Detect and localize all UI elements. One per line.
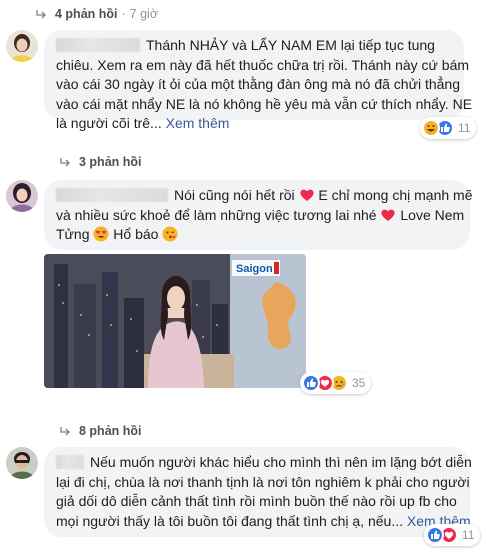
replies-link-2[interactable]: 3 phản hồi bbox=[60, 155, 142, 169]
reply-arrow-icon bbox=[60, 426, 71, 437]
comment-text-line: mọi người thấy là tôi buồn tôi đang thất… bbox=[56, 512, 403, 529]
comment-text-line: Hổ báo bbox=[113, 226, 159, 242]
reaction-count: 11 bbox=[462, 528, 475, 542]
see-more-link[interactable]: Xem thêm bbox=[166, 115, 230, 131]
comment-text-line: lại đi chị, chùa là nơi thanh tịnh là nơ… bbox=[56, 473, 470, 490]
reactions-summary-2[interactable]: 35 bbox=[300, 372, 372, 394]
replies-count: 8 phản hồi bbox=[79, 424, 142, 438]
separator-dot: · bbox=[121, 7, 126, 21]
heart-emoji-icon bbox=[380, 207, 396, 223]
attached-photo[interactable]: Saigon bbox=[44, 254, 306, 388]
comment-bubble-3: Nếu muốn người khác hiểu cho mình thì nê… bbox=[44, 447, 472, 537]
replies-count: 3 phản hồi bbox=[79, 155, 142, 169]
redacted-username[interactable] bbox=[56, 188, 168, 202]
comment-text-line: E chỉ mong chị mạnh mẽ bbox=[318, 187, 473, 203]
replies-link-1[interactable]: 4 phản hồi · 7 giờ bbox=[36, 7, 158, 21]
redacted-username[interactable] bbox=[56, 455, 84, 469]
comment-text-line: vào cái 30 ngày ít ỏi của một thằng đàn … bbox=[56, 76, 460, 92]
avatar[interactable] bbox=[6, 30, 38, 62]
comment-text-line: Tửng bbox=[56, 226, 90, 242]
comment-text-line: Nói cũng nói hết rồi bbox=[174, 187, 295, 203]
comment-text-line: là người cõi trê... bbox=[56, 115, 162, 131]
haha-reaction-icon bbox=[422, 119, 440, 137]
reply-arrow-icon bbox=[36, 9, 47, 20]
avatar[interactable] bbox=[6, 180, 38, 212]
comment-text-line: Love Nem bbox=[400, 206, 465, 223]
replies-link-3[interactable]: 8 phản hồi bbox=[60, 424, 142, 438]
reactions-summary-3[interactable]: 11 bbox=[424, 524, 481, 546]
comment-text-line: vào cái mặt nhẩy NE là nó không hề yêu m… bbox=[56, 95, 473, 112]
comment-text-line: và nhiều sức khoẻ để làm những việc tươn… bbox=[56, 206, 377, 223]
comment-text-line: Thánh NHẢY và LẨY NAM EM lại tiếp tục tu… bbox=[146, 37, 435, 53]
reaction-count: 11 bbox=[458, 121, 471, 135]
comment-text-line: giả dối dô diễn cảnh thất tình rồi mình … bbox=[56, 493, 457, 509]
avatar[interactable] bbox=[6, 447, 38, 479]
comment-text-line: Nếu muốn người khác hiểu cho mình thì nê… bbox=[90, 454, 472, 470]
reactions-summary-1[interactable]: 11 bbox=[420, 117, 477, 139]
kissing-emoji-icon bbox=[162, 226, 178, 242]
heart-emoji-icon bbox=[299, 187, 315, 203]
photo-logo-text: Saigon bbox=[236, 263, 273, 275]
comment-bubble-2: Nói cũng nói hết rồi E chỉ mong chị mạnh… bbox=[44, 180, 473, 250]
replies-count: 4 phản hồi bbox=[55, 7, 118, 21]
comment-time: 7 giờ bbox=[129, 7, 159, 21]
like-reaction-icon bbox=[302, 374, 320, 392]
comment-bubble-1: Thánh NHẢY và LẨY NAM EM lại tiếp tục tu… bbox=[44, 30, 473, 131]
like-reaction-icon bbox=[426, 526, 444, 544]
heart-eyes-emoji-icon bbox=[93, 226, 109, 242]
redacted-username[interactable] bbox=[56, 38, 140, 52]
reply-arrow-icon bbox=[60, 157, 71, 168]
comment-text-line: chiêu. Xem ra em này đã hết thuốc chữa t… bbox=[56, 56, 470, 73]
reaction-count: 35 bbox=[352, 376, 366, 390]
